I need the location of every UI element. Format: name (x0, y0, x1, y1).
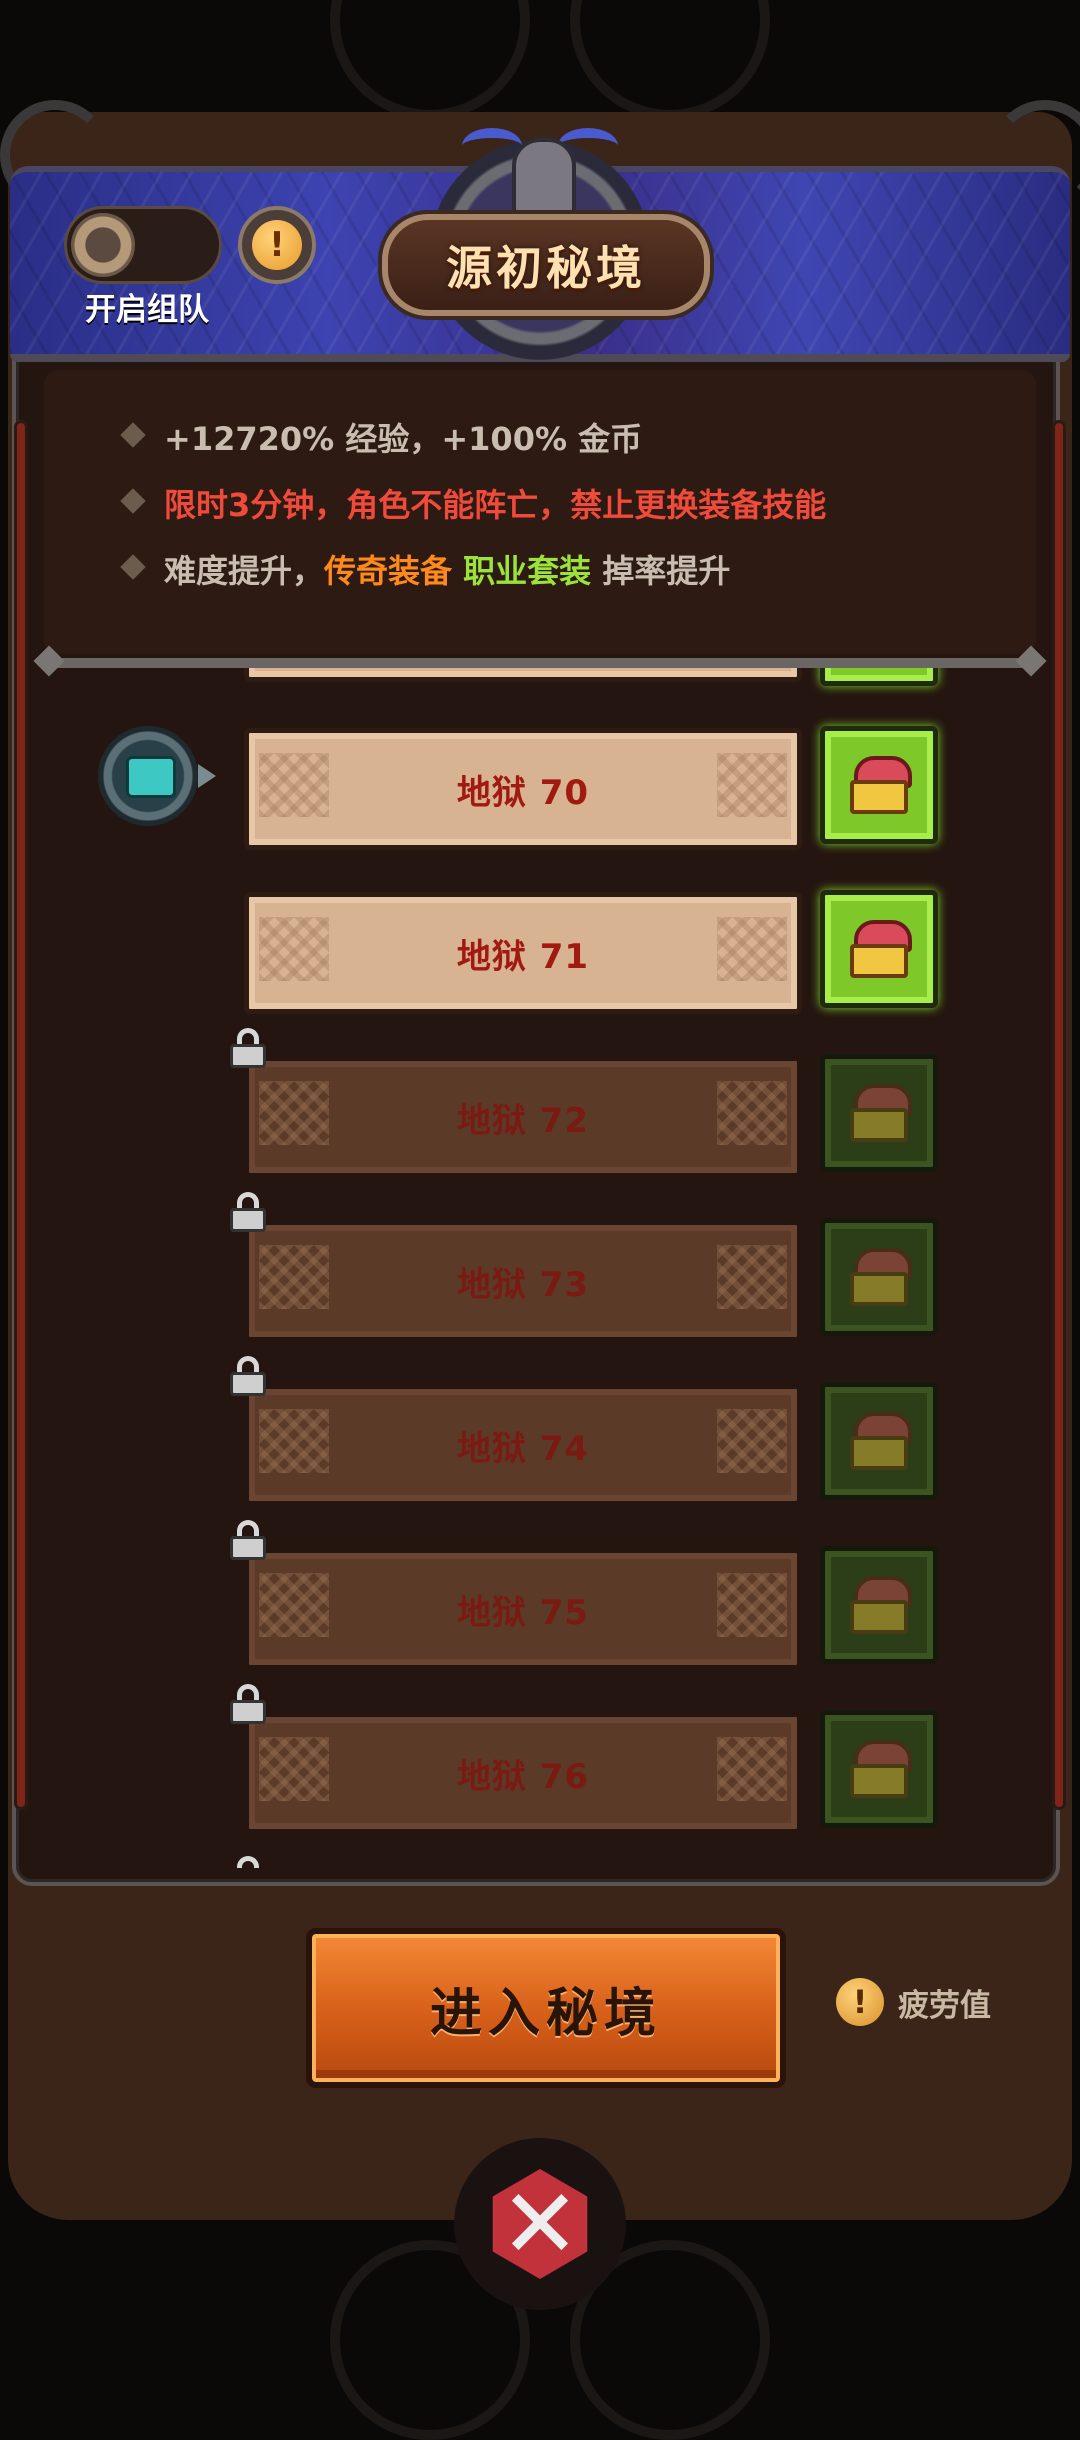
class-set-text: 职业套装 (463, 552, 592, 590)
chest-icon (850, 920, 912, 978)
drop-rate-text: 难度提升，传奇装备 职业套装 掉率提升 (164, 546, 730, 592)
level-button[interactable]: 地狱 71 (244, 892, 802, 1014)
skull-icon (512, 138, 576, 226)
level-label: 地狱 72 (456, 1100, 590, 1141)
chest-icon (850, 1740, 912, 1798)
chest-icon (850, 1084, 912, 1142)
chest-icon (850, 1412, 912, 1470)
info-icon: ! (252, 220, 302, 270)
level-row-locked[interactable]: 地狱 75 (50, 1520, 1030, 1670)
level-row[interactable]: 地狱 71 (50, 884, 1030, 1014)
level-button[interactable]: 地狱 73 (244, 1220, 802, 1342)
team-toggle-label: 开启组队 (85, 292, 209, 328)
rules-text: 限时3分钟，角色不能阵亡，禁止更换装备技能 (164, 486, 827, 524)
reward-chest-button[interactable] (820, 1218, 938, 1336)
level-list[interactable]: 地狱 70 地狱 71 地狱 72 地狱 73 地狱 74 地狱 75 地狱 7… (50, 668, 1030, 1868)
enter-dungeon-label: 进入秘境 (429, 1983, 662, 2044)
lock-icon-partial (230, 1856, 266, 1868)
level-label: 地狱 74 (456, 1428, 590, 1469)
team-toggle[interactable] (64, 206, 222, 284)
reward-chest-button[interactable] (820, 726, 938, 844)
level-button[interactable]: 地狱 70 (244, 728, 802, 850)
reward-box-partial (820, 668, 938, 686)
drop-rate-suffix: 掉率提升 (602, 552, 731, 590)
fatigue-indicator[interactable]: ! 疲劳值 (836, 1976, 991, 2028)
reward-bonus-text: +12720% 经验，+100% 金币 (164, 420, 643, 458)
fatigue-info-icon: ! (836, 1978, 884, 2026)
close-hex: ✕ (492, 2168, 588, 2280)
lock-icon (230, 1356, 266, 1396)
level-label: 地狱 73 (456, 1264, 590, 1305)
info-button[interactable]: ! (238, 206, 316, 284)
lock-icon (230, 1028, 266, 1068)
level-button[interactable]: 地狱 72 (244, 1056, 802, 1178)
reward-chest-button[interactable] (820, 1382, 938, 1500)
background-ornament (330, 0, 530, 120)
chest-icon (850, 1248, 912, 1306)
level-label: 地狱 75 (456, 1592, 590, 1633)
legendary-gear-text: 传奇装备 (324, 552, 453, 590)
reward-chest-button[interactable] (820, 1054, 938, 1172)
level-label: 地狱 76 (456, 1756, 590, 1797)
fatigue-label: 疲劳值 (898, 1987, 991, 2024)
current-level-marker (98, 726, 216, 826)
close-button[interactable]: ✕ (454, 2138, 626, 2310)
background-ornament (570, 0, 770, 120)
title-plate: 源初秘境 (382, 214, 710, 316)
left-side-bar (14, 420, 28, 1810)
chest-icon (850, 756, 912, 814)
reward-chest-button[interactable] (820, 1710, 938, 1828)
level-row[interactable]: 地狱 70 (50, 720, 1030, 850)
divider (44, 658, 1036, 668)
lock-icon (230, 1684, 266, 1724)
lock-icon (230, 1192, 266, 1232)
close-icon: ✕ (499, 2168, 581, 2280)
level-row-locked[interactable]: 地狱 76 (50, 1684, 1030, 1834)
level-label: 地狱 71 (456, 936, 590, 977)
chest-icon (850, 1576, 912, 1634)
level-button[interactable]: 地狱 76 (244, 1712, 802, 1834)
level-row-locked[interactable]: 地狱 72 (50, 1028, 1030, 1178)
level-plate-partial (244, 668, 802, 682)
lock-icon (230, 1520, 266, 1560)
level-button[interactable]: 地狱 75 (244, 1548, 802, 1670)
anvil-icon (126, 756, 176, 798)
reward-chest-button[interactable] (820, 1546, 938, 1664)
level-row-locked[interactable]: 地狱 73 (50, 1192, 1030, 1342)
page-title: 源初秘境 (446, 241, 646, 295)
enter-dungeon-button[interactable]: 进入秘境 (306, 1928, 786, 2088)
team-toggle-icon (71, 213, 135, 277)
drop-rate-prefix: 难度提升， (164, 552, 325, 590)
level-label: 地狱 70 (456, 772, 590, 813)
right-side-bar (1052, 420, 1066, 1810)
reward-chest-button[interactable] (820, 890, 938, 1008)
level-row-locked[interactable]: 地狱 74 (50, 1356, 1030, 1506)
level-button[interactable]: 地狱 74 (244, 1384, 802, 1506)
